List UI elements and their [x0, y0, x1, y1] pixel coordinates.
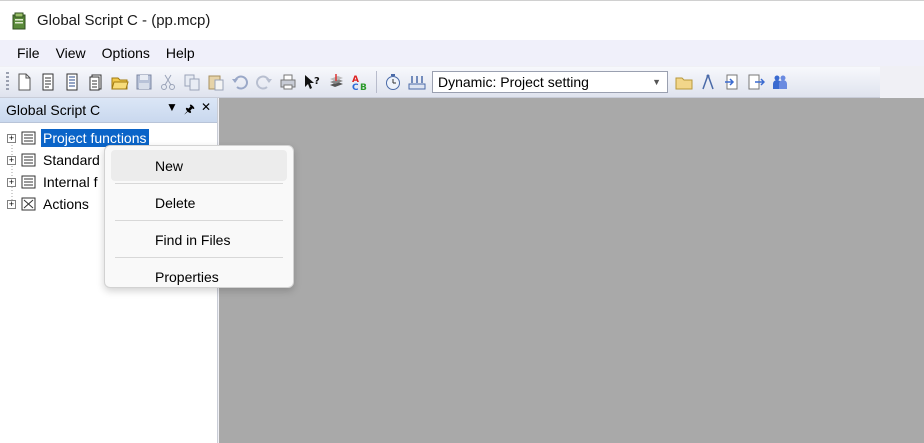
- document-stack-icon: [89, 74, 102, 91]
- menu-separator: [115, 183, 283, 184]
- export-icon: [748, 74, 765, 90]
- svg-text:B: B: [360, 83, 367, 91]
- context-menu-properties[interactable]: Properties: [111, 261, 287, 292]
- redo-button[interactable]: [252, 70, 276, 94]
- menu-bar: File View Options Help: [0, 40, 924, 66]
- import-icon: [725, 74, 738, 90]
- svg-text:C: C: [352, 83, 359, 91]
- export-button[interactable]: [744, 70, 768, 94]
- tag-info-icon: [408, 76, 426, 90]
- undo-arrow-icon: [232, 75, 248, 90]
- copy-icon: [184, 74, 200, 91]
- paste-button[interactable]: [204, 70, 228, 94]
- editor-workspace[interactable]: [219, 98, 924, 443]
- menu-file[interactable]: File: [9, 45, 48, 61]
- chevron-down-icon: ▼: [652, 77, 661, 87]
- scissors-icon: [161, 74, 175, 90]
- context-menu-new[interactable]: New: [111, 150, 287, 181]
- menu-separator: [115, 257, 283, 258]
- new-file-button[interactable]: [12, 70, 36, 94]
- toolbar-separator: [376, 71, 377, 93]
- import-button[interactable]: [720, 70, 744, 94]
- print-button[interactable]: [276, 70, 300, 94]
- help-pointer-icon: ?: [305, 75, 320, 89]
- clock-icon: [386, 74, 400, 90]
- copy-button[interactable]: [180, 70, 204, 94]
- panel-header: Global Script C ▼ 🖈 ✕: [0, 98, 217, 123]
- trigger-button[interactable]: [381, 70, 405, 94]
- expand-icon[interactable]: +: [7, 177, 16, 187]
- function-list-icon: [21, 131, 36, 145]
- panel-title: Global Script C: [6, 102, 101, 118]
- actions-icon: [21, 197, 36, 211]
- open-folder-icon: [111, 77, 129, 90]
- new-action-button[interactable]: [84, 70, 108, 94]
- save-disk-icon: [136, 74, 152, 90]
- close-icon[interactable]: ✕: [201, 100, 211, 121]
- function-list-icon: [21, 153, 36, 167]
- svg-text:?: ?: [314, 76, 320, 87]
- tree-item-label: Actions: [43, 196, 89, 212]
- window-title: Global Script C - (pp.mcp): [37, 12, 211, 29]
- function-list-icon: [21, 175, 36, 189]
- compass-icon: [702, 74, 714, 90]
- menu-options[interactable]: Options: [94, 45, 158, 61]
- spelling-abc-button[interactable]: ACB: [348, 70, 372, 94]
- trigger-properties-button[interactable]: [672, 70, 696, 94]
- document-list-icon: [42, 73, 54, 91]
- toolbar: ? ACB Dynamic: Project setting ▼: [0, 67, 880, 98]
- menu-view[interactable]: View: [48, 45, 94, 61]
- cursor-tool-button[interactable]: [696, 70, 720, 94]
- new-document-icon: [18, 73, 31, 91]
- folder-icon: [675, 77, 693, 90]
- undo-button[interactable]: [228, 70, 252, 94]
- redo-arrow-icon: [256, 75, 272, 90]
- dynamic-setting-value: Dynamic: Project setting: [438, 74, 589, 90]
- title-bar: Global Script C - (pp.mcp): [0, 0, 924, 40]
- panel-menu-icon[interactable]: ▼: [166, 100, 178, 121]
- menu-help[interactable]: Help: [158, 45, 203, 61]
- menu-separator: [115, 220, 283, 221]
- info-button[interactable]: [405, 70, 429, 94]
- compile-stack-icon: [330, 74, 343, 87]
- context-help-button[interactable]: ?: [300, 70, 324, 94]
- expand-icon[interactable]: +: [7, 155, 16, 165]
- expand-icon[interactable]: +: [7, 199, 16, 209]
- users-icon: [773, 75, 787, 89]
- cut-button[interactable]: [156, 70, 180, 94]
- context-menu-delete[interactable]: Delete: [111, 187, 287, 218]
- save-button[interactable]: [132, 70, 156, 94]
- new-standard-function-button[interactable]: [60, 70, 84, 94]
- context-menu: New Delete Find in Files Properties: [104, 145, 294, 288]
- open-button[interactable]: [108, 70, 132, 94]
- printer-icon: [280, 74, 296, 90]
- compile-button[interactable]: [324, 70, 348, 94]
- expand-icon[interactable]: +: [7, 133, 16, 143]
- new-project-function-button[interactable]: [36, 70, 60, 94]
- abc-icon: AC B: [352, 75, 367, 91]
- toolbar-grip[interactable]: [6, 72, 9, 92]
- users-button[interactable]: [768, 70, 792, 94]
- pin-icon[interactable]: 🖈: [184, 100, 195, 121]
- paste-clipboard-icon: [208, 75, 224, 91]
- context-menu-find-in-files[interactable]: Find in Files: [111, 224, 287, 255]
- dynamic-setting-select[interactable]: Dynamic: Project setting ▼: [432, 71, 668, 93]
- tree-item-label: Internal f: [43, 174, 98, 190]
- tree-item-label: Standard: [43, 152, 100, 168]
- document-lines-icon: [66, 73, 78, 91]
- app-icon: [12, 12, 26, 29]
